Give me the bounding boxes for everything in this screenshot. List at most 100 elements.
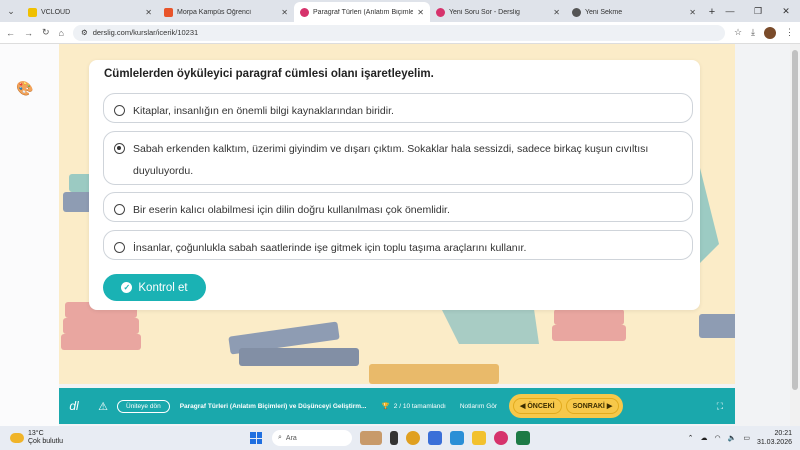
scrollbar-thumb[interactable] [792, 50, 798, 390]
menu-icon[interactable]: ⋮ [785, 27, 794, 38]
tab-label: Yeni Soru Sor - Derslig [449, 8, 520, 16]
question-title: Cümlelerden öyküleyici paragraf cümlesi … [104, 68, 434, 80]
radio-a[interactable] [114, 105, 125, 116]
book-shape [552, 325, 626, 341]
taskbar-search[interactable]: ⌕ Ara [272, 430, 352, 446]
forward-icon[interactable]: → [24, 28, 33, 38]
option-d[interactable]: İnsanlar, çoğunlukla sabah saatlerinde i… [103, 230, 693, 260]
site-info-icon[interactable]: ⚙ [81, 28, 88, 37]
fullscreen-icon[interactable]: ⛶ [717, 401, 723, 412]
lesson-breadcrumb: Paragraf Türleri (Anlatım Biçimleri) ve … [179, 402, 367, 410]
option-text: Bir eserin kalıcı olabilmesi için dilin … [133, 204, 450, 216]
nav-pill: ◀ ÖNCEKİ SONRAKİ ▶ [509, 394, 624, 418]
wifi-icon[interactable]: ◠ [715, 434, 721, 442]
close-tab-icon[interactable]: ✕ [145, 8, 152, 17]
vcloud-favicon-icon [28, 7, 37, 17]
radio-d[interactable] [114, 242, 125, 253]
derslig-logo[interactable]: dl [59, 399, 89, 413]
radio-c[interactable] [114, 204, 125, 215]
palette-icon[interactable]: 🎨 [16, 80, 33, 97]
task-view-icon[interactable] [390, 431, 398, 445]
reload-icon[interactable]: ↻ [42, 27, 50, 38]
derslig-favicon-icon [436, 7, 445, 17]
weather-text: Çok bulutlu [28, 438, 64, 445]
tab-morpa[interactable]: Morpa Kampüs Öğrenci ✕ [158, 2, 294, 22]
explorer-app-icon[interactable] [472, 431, 486, 445]
radio-b-selected[interactable] [114, 143, 125, 154]
book-shape [61, 334, 141, 350]
chrome-active-app-icon[interactable] [494, 431, 508, 445]
close-tab-icon[interactable]: ✕ [553, 8, 560, 17]
check-icon: ✓ [121, 282, 133, 293]
battery-icon[interactable]: ▭ [743, 434, 750, 442]
trophy-icon: 🏆 [381, 403, 390, 410]
tab-search-icon[interactable]: ⌄ [0, 0, 22, 22]
book-shape [699, 314, 735, 338]
home-icon[interactable]: ⌂ [59, 28, 64, 38]
browser-tab-bar: ⌄ VCLOUD ✕ Morpa Kampüs Öğrenci ✕ Paragr… [0, 0, 800, 22]
cloud-icon[interactable]: ☁ [701, 434, 708, 442]
option-text: İnsanlar, çoğunlukla sabah saatlerinde i… [133, 242, 527, 254]
close-tab-icon[interactable]: ✕ [689, 8, 696, 17]
book-shape [239, 348, 359, 366]
chrome-app-icon[interactable] [406, 431, 420, 445]
tab-paragraf-turleri[interactable]: Paragraf Türleri (Anlatım Biçimle ✕ [294, 2, 430, 22]
lesson-footer: dl ⚠ Üniteye dön Paragraf Türleri (Anlat… [59, 388, 735, 424]
option-c[interactable]: Bir eserin kalıcı olabilmesi için dilin … [103, 192, 693, 222]
chevron-up-icon[interactable]: ⌃ [688, 434, 694, 442]
progress-text: 2 / 10 tamamlandı [393, 402, 446, 410]
book-shape [63, 318, 139, 334]
search-label: Ara [285, 434, 297, 442]
left-sidebar: 🎨 [0, 44, 59, 426]
progress-indicator: 🏆 2 / 10 tamamlandı [381, 402, 446, 411]
tab-vcloud[interactable]: VCLOUD ✕ [22, 2, 158, 22]
close-tab-icon[interactable]: ✕ [417, 8, 424, 17]
back-to-unit-button[interactable]: Üniteye dön [117, 399, 170, 413]
url-text: derslig.com/kurslar/icerik/10231 [92, 28, 199, 37]
minimize-icon[interactable]: — [716, 0, 744, 22]
back-icon[interactable]: ← [6, 28, 15, 38]
bookmark-star-icon[interactable]: ☆ [734, 27, 742, 38]
next-button[interactable]: SONRAKİ ▶ [565, 398, 620, 414]
notes-link[interactable]: Notlarım Gör [460, 403, 497, 410]
weather-widget[interactable]: 13°C Çok bulutlu [0, 430, 250, 446]
date: 31.03.2026 [756, 439, 792, 446]
warning-icon[interactable]: ⚠ [89, 400, 117, 413]
tab-yeni-sekme[interactable]: Yeni Sekme ✕ [566, 2, 702, 22]
close-window-icon[interactable]: ✕ [772, 0, 800, 22]
temperature: 13°C [28, 430, 44, 437]
chrome-favicon-icon [572, 7, 581, 17]
next-label: SONRAKİ [572, 403, 605, 410]
option-text: Sabah erkenden kalktım, üzerimi giyindim… [133, 143, 649, 177]
close-tab-icon[interactable]: ✕ [281, 8, 288, 17]
check-answer-button[interactable]: ✓ Kontrol et [103, 274, 206, 301]
option-text: Kitaplar, insanlığın en önemli bilgi kay… [133, 105, 394, 117]
excel-app-icon[interactable] [516, 431, 530, 445]
derslig-favicon-icon [300, 7, 309, 17]
page-scrollbar[interactable] [790, 44, 800, 426]
check-button-label: Kontrol et [138, 281, 188, 294]
option-a[interactable]: Kitaplar, insanlığın en önemli bilgi kay… [103, 93, 693, 123]
clock[interactable]: 20:21 31.03.2026 [757, 429, 792, 447]
address-bar: ← → ↻ ⌂ ⚙ derslig.com/kurslar/icerik/102… [0, 22, 800, 44]
page-viewport: 🎨 Cümlelerden öyküleyici paragraf cümles [0, 44, 800, 426]
question-card: Cümlelerden öyküleyici paragraf cümlesi … [89, 60, 700, 310]
search-icon: ⌕ [278, 434, 282, 441]
tab-label: Yeni Sekme [585, 8, 623, 16]
maximize-icon[interactable]: ❐ [744, 0, 772, 22]
tab-label: Paragraf Türleri (Anlatım Biçimle [313, 8, 414, 16]
photos-app-icon[interactable] [450, 431, 464, 445]
profile-avatar[interactable] [764, 26, 776, 39]
previous-button[interactable]: ◀ ÖNCEKİ [513, 398, 562, 414]
download-icon[interactable]: ⤓ [751, 27, 755, 38]
system-tray: ⌃ ☁ ◠ 🔈 ▭ 20:21 31.03.2026 [688, 429, 800, 447]
window-controls: — ❐ ✕ [716, 0, 800, 22]
widget-app-icon[interactable] [360, 431, 382, 445]
morpa-favicon-icon [164, 7, 173, 17]
option-b[interactable]: Sabah erkenden kalktım, üzerimi giyindim… [103, 131, 693, 185]
store-app-icon[interactable] [428, 431, 442, 445]
start-icon[interactable] [250, 432, 262, 444]
volume-icon[interactable]: 🔈 [728, 434, 737, 442]
tab-yeni-soru-sor[interactable]: Yeni Soru Sor - Derslig ✕ [430, 2, 566, 22]
url-field[interactable]: ⚙ derslig.com/kurslar/icerik/10231 [72, 24, 725, 41]
